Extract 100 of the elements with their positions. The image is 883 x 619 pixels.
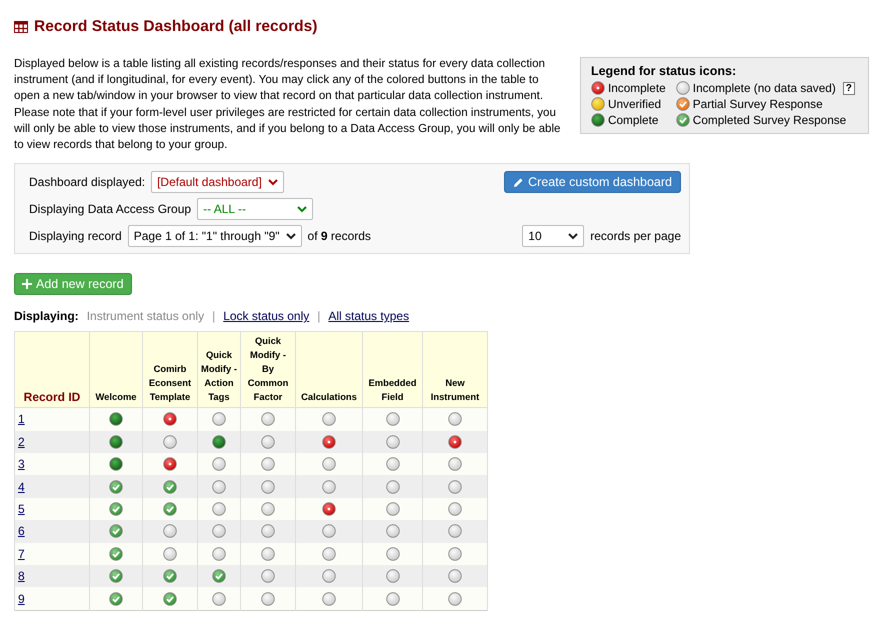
legend-label: Unverified	[608, 97, 662, 111]
status-dot-icon[interactable]	[322, 502, 336, 516]
status-dot-icon[interactable]	[386, 592, 400, 606]
record-link[interactable]: 8	[18, 569, 25, 584]
status-dot-icon[interactable]	[261, 434, 275, 449]
status-dot-icon[interactable]	[261, 480, 275, 494]
status-dot-icon[interactable]	[163, 434, 177, 449]
check-circle-icon[interactable]	[676, 97, 690, 111]
status-dot-icon[interactable]	[212, 592, 226, 606]
status-dot-icon[interactable]	[448, 546, 462, 561]
status-dot-icon[interactable]	[448, 480, 462, 494]
status-dot-icon[interactable]	[261, 457, 275, 472]
status-dot-icon[interactable]	[386, 434, 400, 449]
status-dot-icon[interactable]	[261, 524, 275, 538]
record-link[interactable]: 7	[18, 546, 25, 561]
record-link[interactable]: 4	[18, 480, 25, 494]
displaying-label: Displaying:	[14, 309, 79, 324]
status-dot-icon[interactable]	[109, 457, 123, 472]
status-dot-icon[interactable]	[322, 524, 336, 538]
status-dot-icon[interactable]	[212, 457, 226, 472]
check-circle-icon[interactable]	[163, 502, 177, 516]
record-link[interactable]: 1	[18, 412, 25, 426]
status-dot-icon[interactable]	[386, 457, 400, 472]
status-dot-icon[interactable]	[109, 434, 123, 449]
status-dot-icon[interactable]	[448, 524, 462, 538]
column-header: Welcome	[90, 332, 142, 408]
status-dot-icon[interactable]	[386, 524, 400, 538]
status-dot-icon[interactable]	[163, 546, 177, 561]
status-dot-icon[interactable]	[322, 434, 336, 449]
status-dot-icon[interactable]	[448, 412, 462, 426]
per-page-select[interactable]: 10	[522, 225, 584, 248]
status-dot-icon[interactable]	[448, 502, 462, 516]
status-dot-icon[interactable]	[448, 434, 462, 449]
chevron-down-icon	[568, 232, 578, 240]
status-dot-icon[interactable]	[386, 546, 400, 561]
check-circle-icon[interactable]	[109, 592, 123, 606]
column-header: Comirb Econsent Template	[142, 332, 198, 408]
check-circle-icon[interactable]	[109, 546, 123, 561]
status-dot-icon[interactable]	[448, 592, 462, 606]
status-dot-icon[interactable]	[163, 412, 177, 426]
status-dot-icon[interactable]	[212, 524, 226, 538]
status-dot-icon[interactable]	[163, 457, 177, 472]
check-circle-icon[interactable]	[163, 569, 177, 584]
status-dot-icon[interactable]	[322, 412, 336, 426]
record-link[interactable]: 5	[18, 502, 25, 516]
table-icon	[14, 21, 28, 33]
status-dot-icon[interactable]	[322, 569, 336, 584]
intro-text: Displayed below is a table listing all existing records/responses and their status for every data collection instrument (and if longitudinal, for every event). You may click any of the colored buttons in the table to open a new tab/window in your browser to view that record on that particular data collection instrument. Please note that if your form-level user privileges are restricted for certain data collection instruments, you will only be able to view those instruments, and if you belong to a Data Access Group, you will only be able to view records that belong to your group.	[14, 56, 562, 154]
check-circle-icon[interactable]	[163, 592, 177, 606]
status-dot-icon[interactable]	[590, 97, 605, 111]
record-page-select[interactable]: Page 1 of 1: "1" through "9"	[128, 225, 302, 248]
check-circle-icon[interactable]	[109, 502, 123, 516]
legend-label: Incomplete	[608, 81, 666, 95]
status-dot-icon[interactable]	[322, 480, 336, 494]
group-select[interactable]: -- ALL --	[197, 198, 314, 220]
display-mode-link[interactable]: All status types	[328, 309, 410, 324]
status-dot-icon[interactable]	[212, 434, 226, 449]
chevron-down-icon	[286, 232, 296, 240]
status-dot-icon[interactable]	[212, 502, 226, 516]
display-mode-link[interactable]: Lock status only	[223, 309, 310, 324]
check-circle-icon[interactable]	[676, 113, 690, 127]
check-circle-icon[interactable]	[212, 569, 226, 584]
check-circle-icon[interactable]	[109, 480, 123, 494]
status-dot-icon[interactable]	[322, 457, 336, 472]
check-circle-icon[interactable]	[163, 480, 177, 494]
help-button[interactable]: ?	[842, 82, 855, 94]
status-dot-icon[interactable]	[322, 592, 336, 606]
status-dot-icon[interactable]	[322, 546, 336, 561]
plus-icon	[22, 279, 32, 290]
status-dot-icon[interactable]	[261, 412, 275, 426]
legend-label: Partial Survey Response	[692, 97, 823, 111]
status-dot-icon[interactable]	[386, 412, 400, 426]
status-dot-icon[interactable]	[163, 524, 177, 538]
status-dot-icon[interactable]	[448, 569, 462, 584]
status-dot-icon[interactable]	[386, 502, 400, 516]
record-link[interactable]: 6	[18, 524, 25, 538]
record-link[interactable]: 3	[18, 457, 25, 472]
dashboard-select[interactable]: [Default dashboard]	[151, 171, 284, 194]
status-dot-icon[interactable]	[676, 81, 690, 95]
record-link[interactable]: 2	[18, 434, 25, 449]
status-dot-icon[interactable]	[590, 81, 605, 95]
status-dot-icon[interactable]	[386, 480, 400, 494]
status-dot-icon[interactable]	[261, 546, 275, 561]
status-dot-icon[interactable]	[590, 113, 605, 127]
status-dot-icon[interactable]	[448, 457, 462, 472]
display-mode-link[interactable]: Instrument status only	[86, 309, 204, 324]
status-dot-icon[interactable]	[109, 412, 123, 426]
check-circle-icon[interactable]	[109, 524, 123, 538]
status-dot-icon[interactable]	[261, 502, 275, 516]
status-dot-icon[interactable]	[212, 480, 226, 494]
column-header: New Instrument	[422, 332, 488, 408]
status-dot-icon[interactable]	[261, 569, 275, 584]
status-dot-icon[interactable]	[261, 592, 275, 606]
create-dashboard-button[interactable]: Create custom dashboard	[504, 171, 681, 194]
check-circle-icon[interactable]	[109, 569, 123, 584]
status-dot-icon[interactable]	[386, 569, 400, 584]
status-dot-icon[interactable]	[212, 412, 226, 426]
status-dot-icon[interactable]	[212, 546, 226, 561]
record-link[interactable]: 9	[18, 592, 25, 606]
chevron-down-icon	[297, 206, 308, 213]
